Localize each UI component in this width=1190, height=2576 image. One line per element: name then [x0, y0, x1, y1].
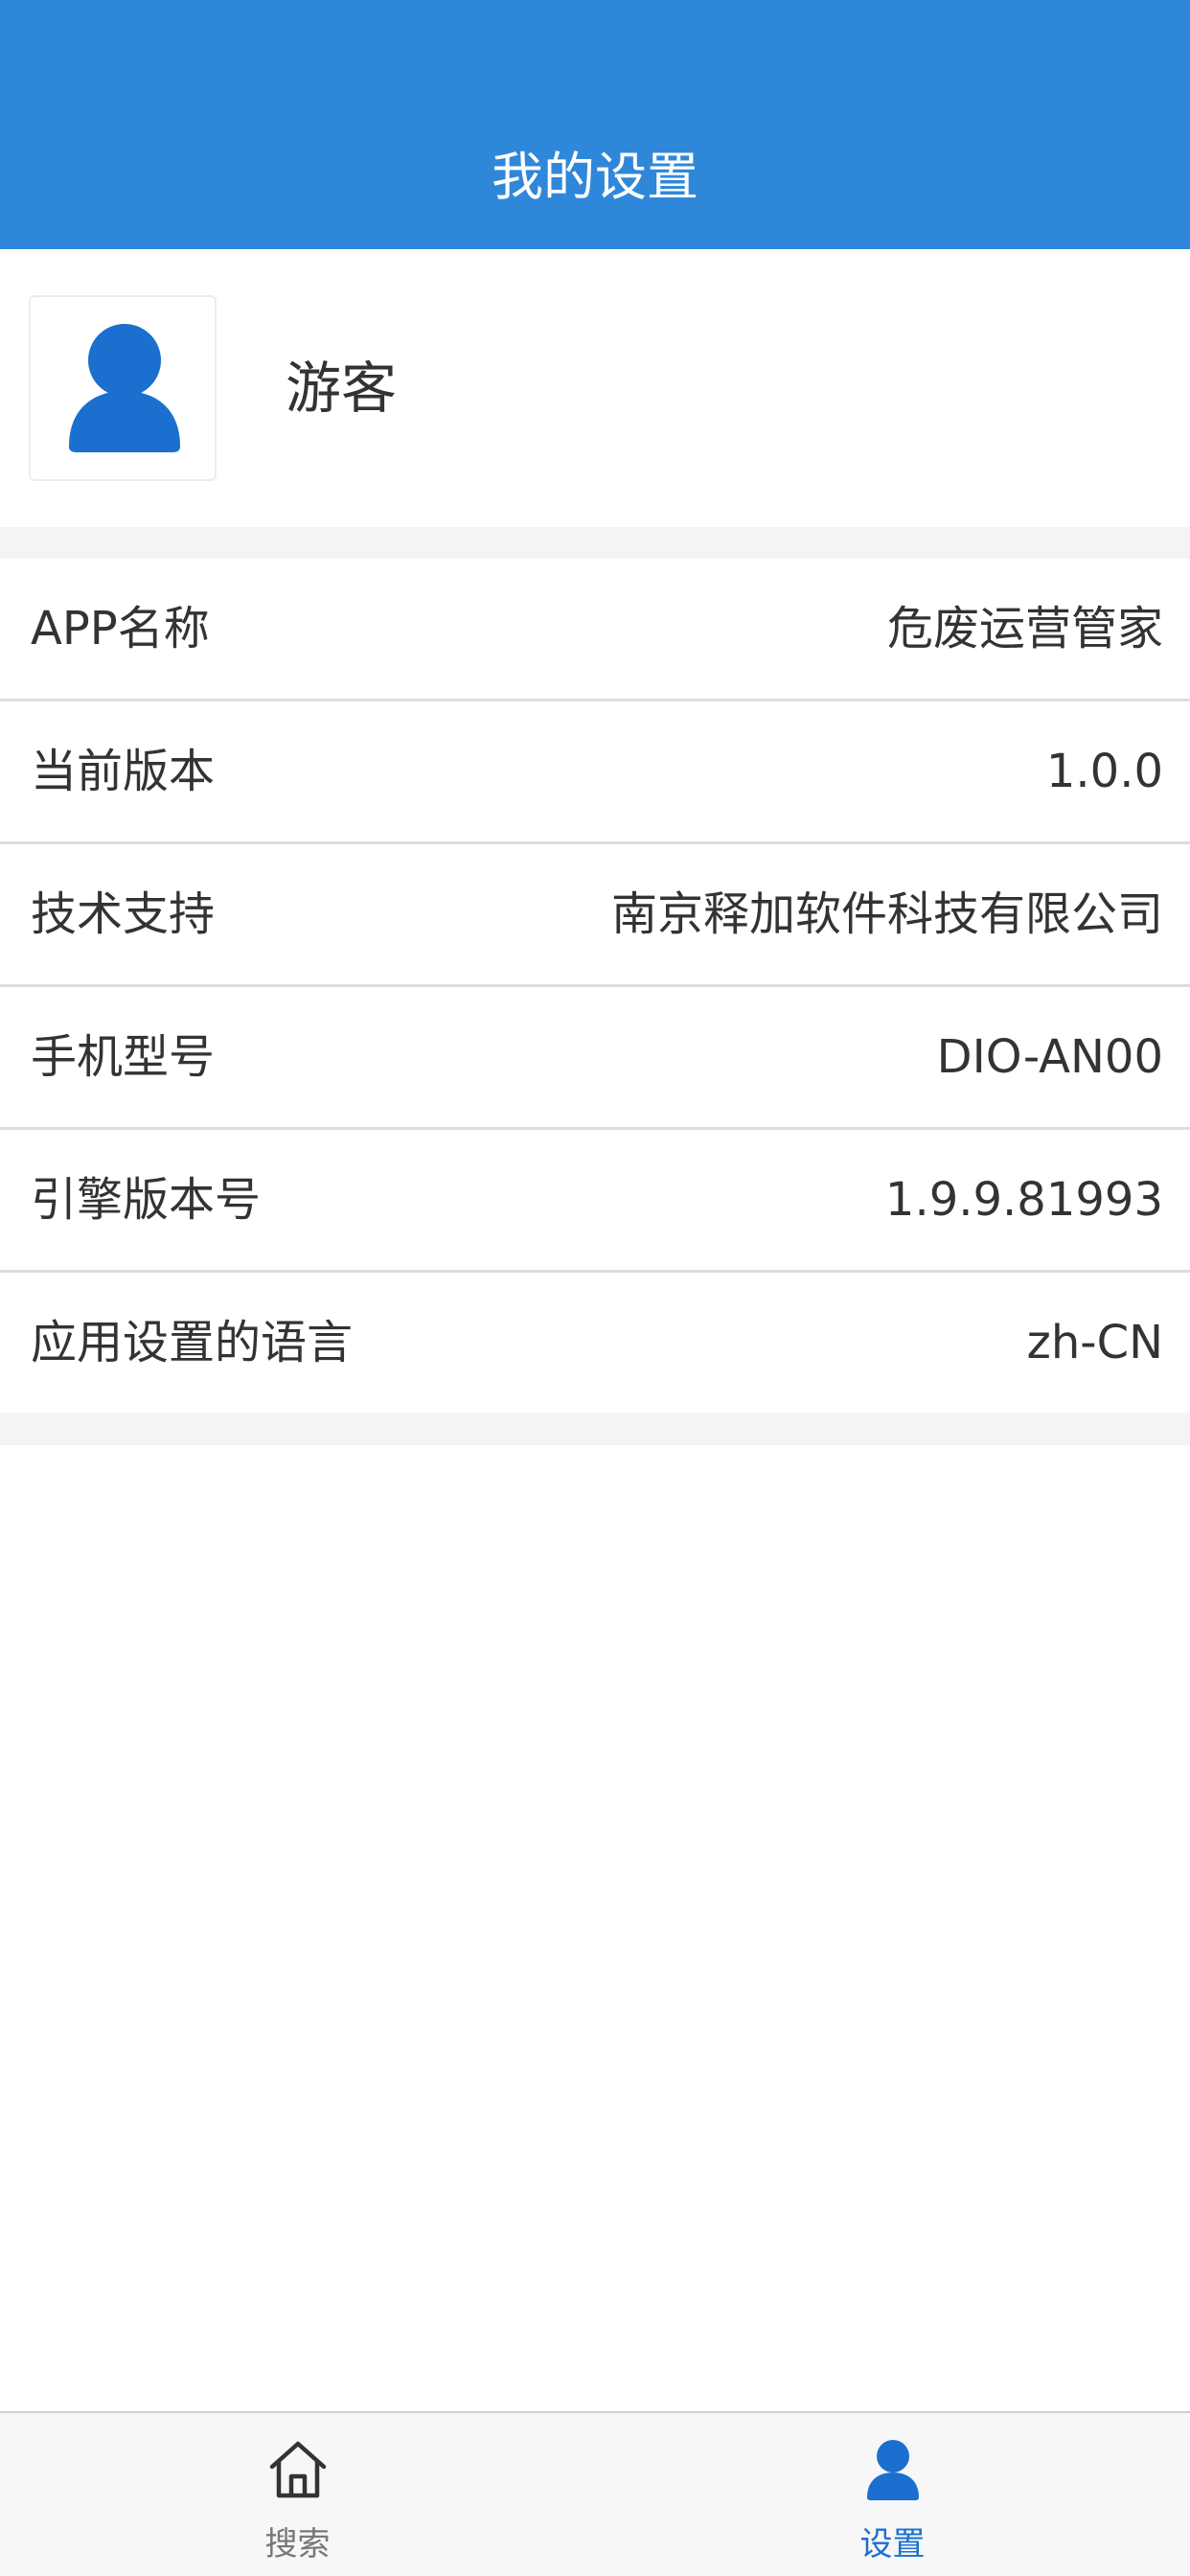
info-label: 技术支持	[31, 887, 216, 941]
info-label: 当前版本	[31, 745, 216, 798]
info-label: 引擎版本号	[31, 1173, 262, 1227]
avatar[interactable]	[29, 295, 217, 481]
page-title: 我的设置	[492, 147, 698, 207]
tab-label: 搜索	[264, 2525, 331, 2564]
section-divider	[0, 1413, 1190, 1445]
home-icon	[269, 2441, 326, 2498]
info-label: 应用设置的语言	[31, 1316, 354, 1369]
bottom-tab-bar: 搜索 设置	[0, 2411, 1190, 2576]
info-list: APP名称 危废运营管家 当前版本 1.0.0 技术支持 南京释加软件科技有限公…	[0, 559, 1190, 1415]
tab-label: 设置	[859, 2525, 926, 2564]
info-value: DIO-AN00	[936, 1030, 1163, 1084]
info-value: zh-CN	[1026, 1316, 1163, 1369]
info-value: 危废运营管家	[886, 602, 1163, 656]
user-name: 游客	[286, 356, 398, 421]
info-value: 南京释加软件科技有限公司	[610, 887, 1163, 941]
info-row-engine-version: 引擎版本号 1.9.9.81993	[0, 1130, 1190, 1273]
info-row-app-name: APP名称 危废运营管家	[0, 559, 1190, 702]
info-row-phone-model: 手机型号 DIO-AN00	[0, 987, 1190, 1130]
top-header: 我的设置	[0, 0, 1190, 249]
user-icon	[69, 324, 180, 452]
tab-settings[interactable]: 设置	[595, 2413, 1190, 2576]
profile-card[interactable]: 游客	[0, 249, 1190, 527]
info-value: 1.9.9.81993	[884, 1173, 1163, 1227]
section-divider	[0, 527, 1190, 559]
info-label: APP名称	[31, 602, 210, 656]
tab-search[interactable]: 搜索	[0, 2413, 595, 2576]
info-label: 手机型号	[31, 1030, 216, 1084]
info-row-tech-support: 技术支持 南京释加软件科技有限公司	[0, 844, 1190, 987]
info-value: 1.0.0	[1045, 745, 1163, 798]
info-row-language: 应用设置的语言 zh-CN	[0, 1273, 1190, 1415]
info-row-current-version: 当前版本 1.0.0	[0, 702, 1190, 844]
user-icon	[866, 2440, 919, 2500]
